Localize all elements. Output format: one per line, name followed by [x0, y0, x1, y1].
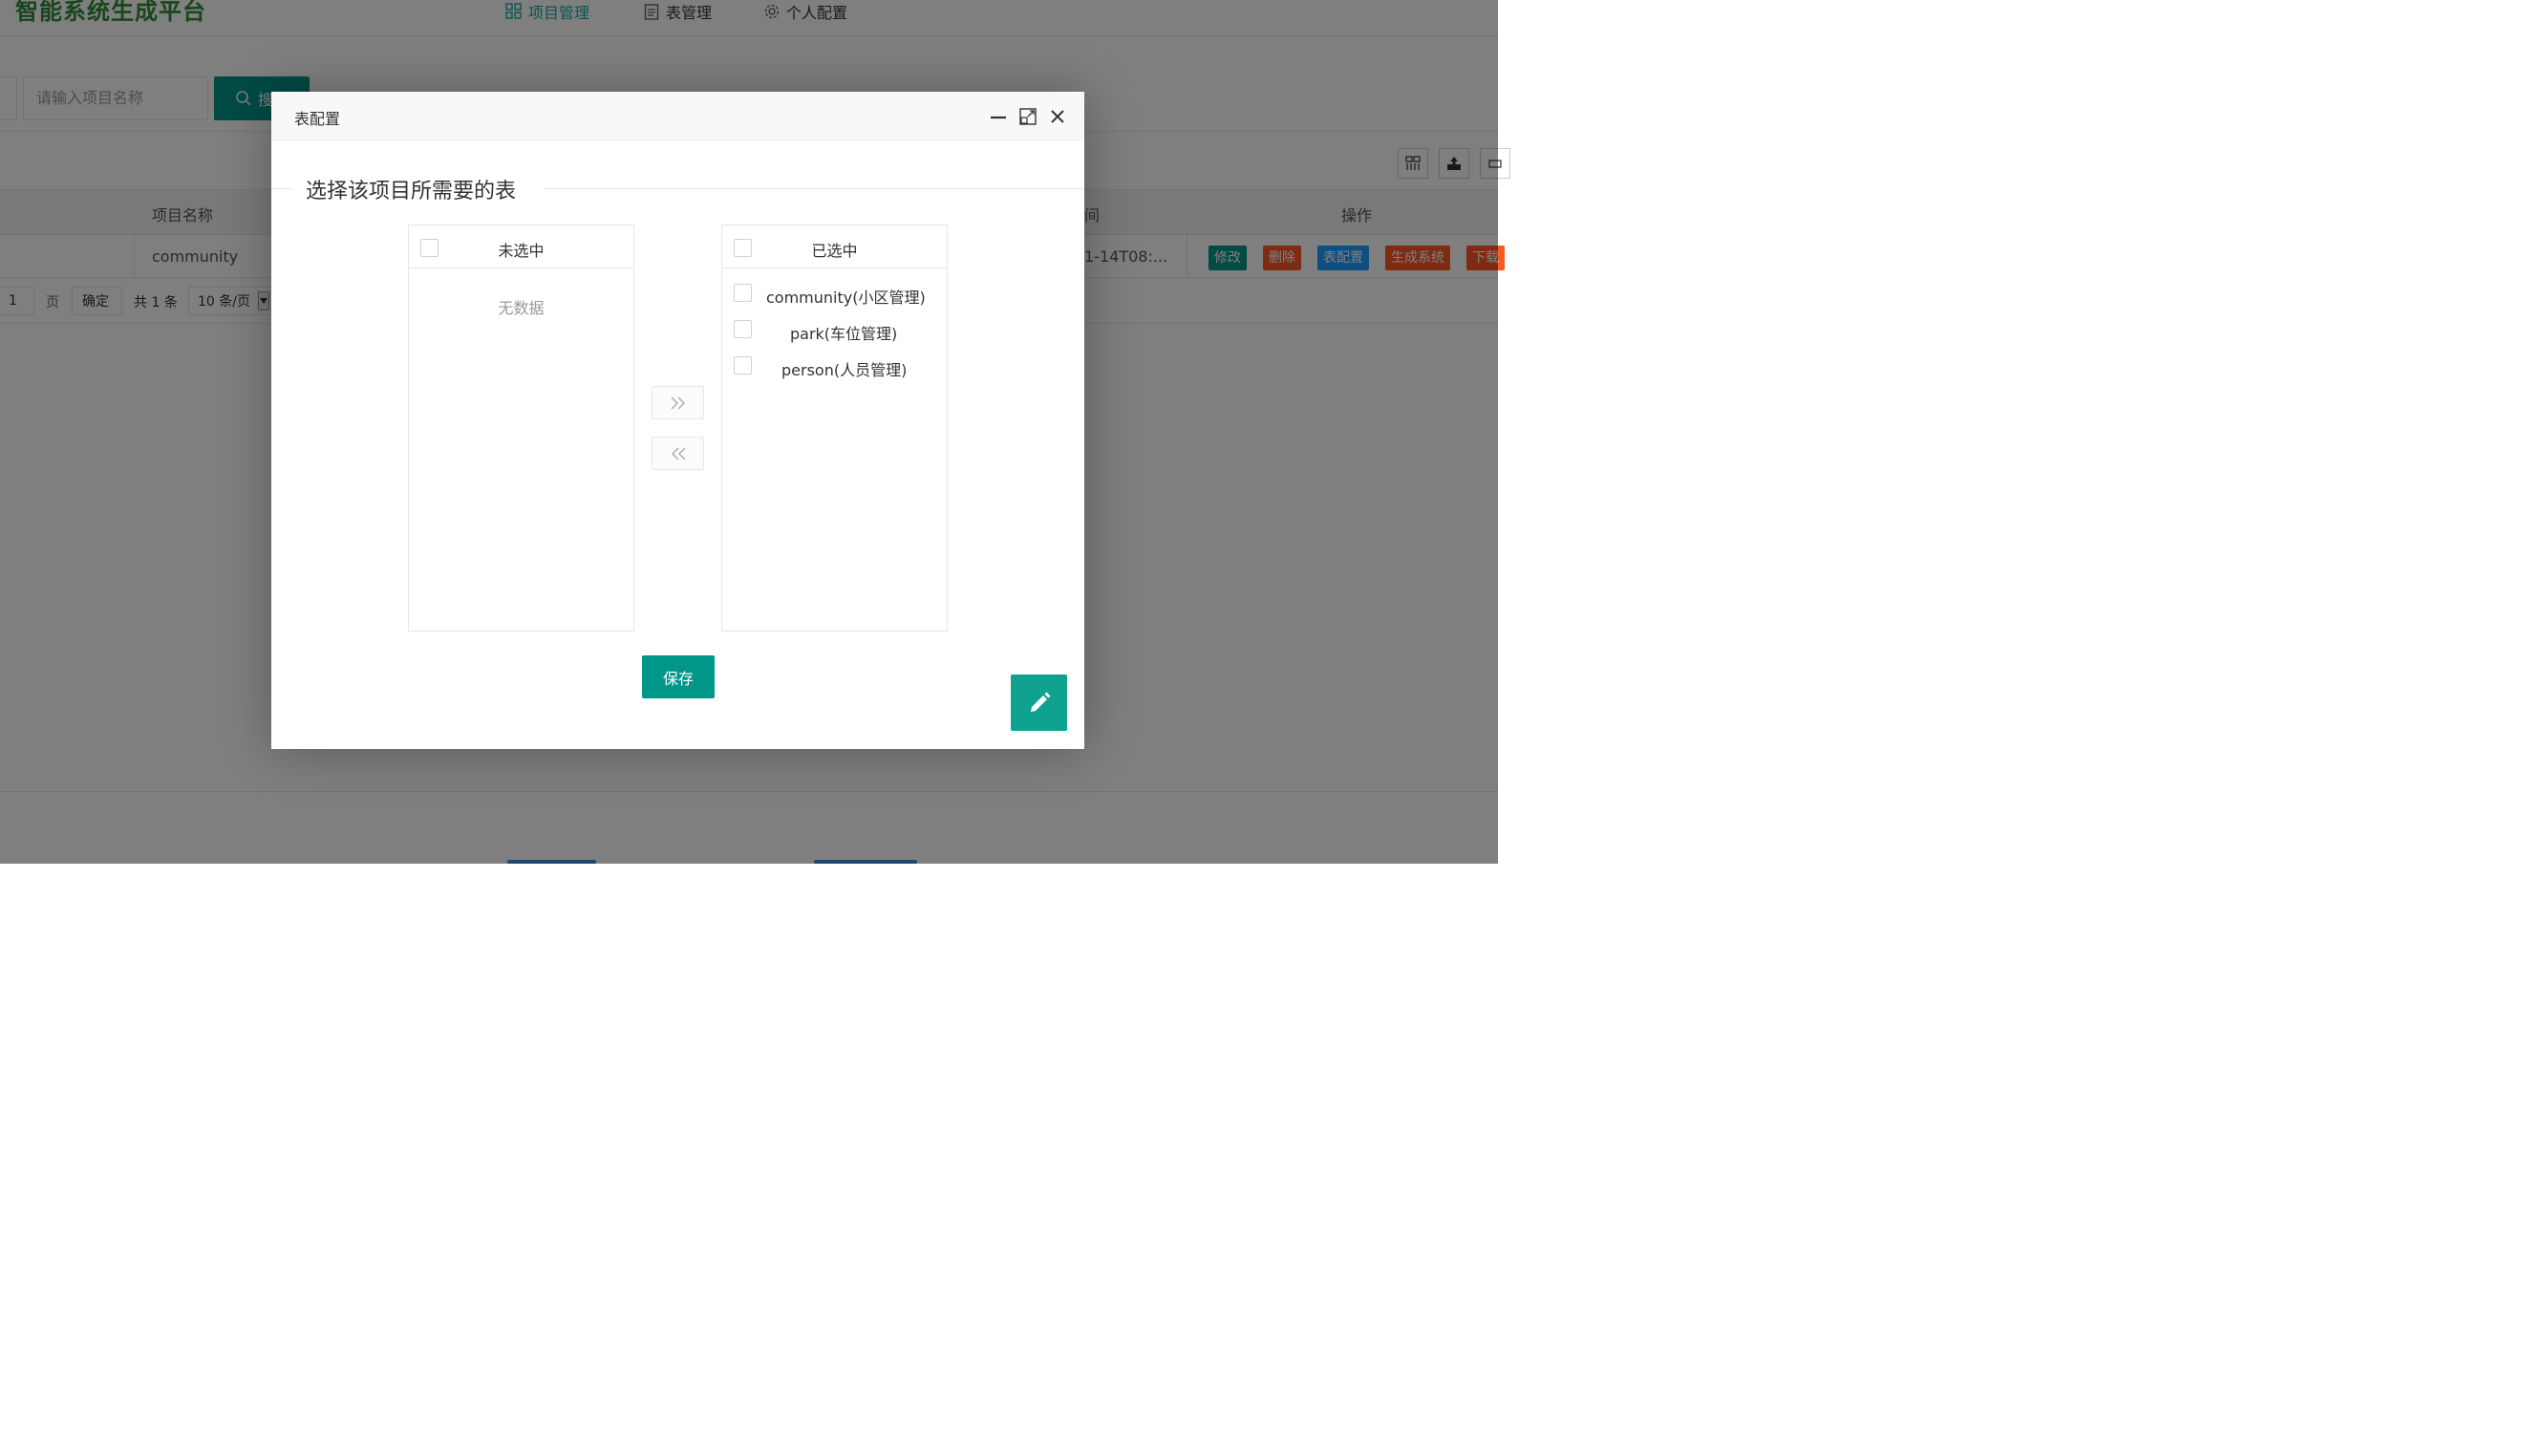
fieldset-border: [271, 188, 292, 189]
fieldset-border: [545, 188, 1084, 189]
unselected-list-title: 未选中: [498, 242, 545, 260]
save-button[interactable]: 保存: [642, 655, 715, 698]
selected-list-title: 已选中: [811, 242, 858, 260]
close-button[interactable]: [1048, 107, 1067, 126]
unselected-list-box: 未选中 无数据: [408, 225, 634, 632]
minimize-icon: [991, 116, 1006, 119]
pencil-icon: [1030, 692, 1050, 712]
maximize-button[interactable]: [1018, 107, 1037, 126]
dialog-header: 表配置: [271, 92, 1084, 140]
move-left-button[interactable]: [652, 437, 704, 470]
table-config-dialog: 表配置 选择该项目所需要的表 未选中 无数据 已选中 community(小区管…: [271, 92, 1084, 749]
unselected-list-header: 未选中: [409, 225, 633, 268]
minimize-button[interactable]: [989, 107, 1008, 126]
edit-fab-button[interactable]: [1011, 674, 1067, 731]
maximize-icon: [1019, 108, 1037, 125]
double-chevron-left-icon: [671, 447, 685, 460]
item-checkbox[interactable]: [734, 320, 752, 338]
selected-list-header: 已选中: [722, 225, 947, 268]
fieldset-legend: 选择该项目所需要的表: [306, 180, 517, 203]
list-item-label: community(小区管理): [766, 289, 926, 307]
list-item-label: person(人员管理): [781, 361, 908, 379]
list-item[interactable]: park(车位管理): [722, 319, 947, 344]
empty-state-text: 无数据: [498, 299, 545, 317]
move-right-button[interactable]: [652, 386, 704, 419]
list-item[interactable]: community(小区管理): [722, 283, 947, 308]
double-chevron-right-icon: [671, 396, 685, 409]
selected-list-box: 已选中 community(小区管理) park(车位管理) person(人员…: [721, 225, 948, 632]
list-item-label: park(车位管理): [790, 325, 898, 343]
item-checkbox[interactable]: [734, 284, 752, 302]
close-icon: [1051, 110, 1064, 123]
list-item[interactable]: person(人员管理): [722, 355, 947, 380]
item-checkbox[interactable]: [734, 356, 752, 375]
dialog-title: 表配置: [294, 110, 341, 128]
